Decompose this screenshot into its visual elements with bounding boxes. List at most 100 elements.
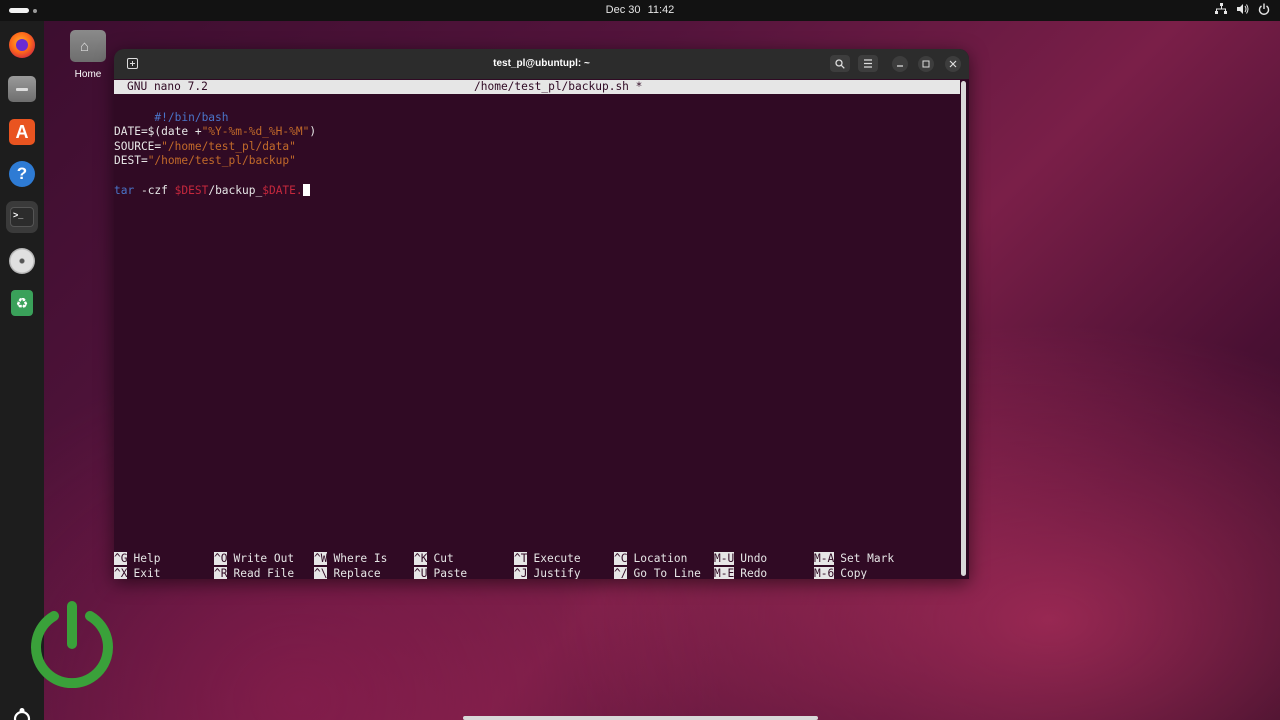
code-token: . [295,184,303,197]
desktop-home-folder[interactable]: ⌂ Home [68,30,108,80]
code-token: ) [309,125,317,138]
code-token: DATE=$(date + [114,125,202,138]
editor-line[interactable]: DATE=$(date +"%Y-%m-%d_%H-%M") [114,124,316,139]
shortcut-item[interactable]: ^/ Go To Line [614,566,701,579]
shortcut-item[interactable]: ^G Help [114,551,160,566]
network-icon[interactable] [1215,3,1227,18]
shortcut-item[interactable]: ^R Read File [214,566,294,579]
shortcut-key: ^K [414,552,428,565]
shortcut-label: Copy [840,567,868,579]
shortcut-key: ^X [114,567,128,579]
code-string: "%Y-%m-%d_%H-%M" [201,125,310,138]
house-icon: ⌂ [80,38,90,55]
scrollbar[interactable] [961,81,966,576]
terminal-icon: >_ [10,207,34,227]
desktop-home-label: Home [74,69,102,80]
dock-terminal[interactable]: >_ [6,201,38,233]
search-icon [835,58,845,69]
dock-firefox[interactable] [6,29,38,61]
show-apps-icon[interactable] [10,707,34,720]
shortcut-item[interactable]: M-6 Copy [814,566,867,579]
maximize-button[interactable] [918,56,934,72]
shortcut-label: Write Out [233,552,295,565]
shortcut-key: ^\ [314,567,328,579]
shortcut-item[interactable]: ^W Where Is [314,551,387,566]
menu-button[interactable] [858,55,878,72]
shortcut-item[interactable]: M-E Redo [714,566,767,579]
top-bar: Dec 30 11:42 [0,0,1280,21]
shortcut-label: Help [133,552,161,565]
shortcut-label: Location [633,552,688,565]
shortcut-item[interactable]: ^X Exit [114,566,160,579]
code-token: SOURCE= [114,140,162,153]
editor-line[interactable]: tar -czf $DEST/backup_$DATE. [114,183,310,198]
close-icon [949,60,957,68]
clock-time: 11:42 [647,4,675,16]
home-folder-icon: ⌂ [70,30,106,62]
shortcut-label: Justify [533,567,581,579]
dock-help[interactable]: ? [6,158,38,190]
code-token: /backup_ [208,184,263,197]
clock-date: Dec 30 [605,4,641,16]
shortcut-key: M-6 [814,567,835,579]
shebang-text: #!/bin/bash [154,111,229,124]
bottom-hint-bar [463,716,818,720]
editor-line[interactable]: #!/bin/bash [114,95,228,124]
shortcut-key: ^T [514,552,528,565]
shortcut-label: Exit [133,567,161,579]
hamburger-icon [864,59,872,68]
nano-version: GNU nano 7.2 [127,80,208,93]
minimize-button[interactable] [892,56,908,72]
text-cursor [302,184,310,196]
editor-line[interactable]: SOURCE="/home/test_pl/data" [114,139,296,154]
shortcut-key: ^O [214,552,228,565]
search-button[interactable] [830,55,850,72]
dock-files[interactable] [6,73,38,105]
shortcut-item[interactable]: M-A Set Mark [814,551,894,566]
system-tray[interactable] [1215,3,1270,18]
power-icon[interactable] [1258,3,1270,18]
maximize-icon [922,60,930,68]
nano-filename: /home/test_pl/backup.sh * [474,80,643,93]
shortcut-item[interactable]: ^U Paste [414,566,467,579]
code-token: -czf [134,184,175,197]
shortcut-label: Cut [433,552,454,565]
editor-line[interactable]: DEST="/home/test_pl/backup" [114,153,296,168]
shortcut-key: ^W [314,552,328,565]
window-titlebar[interactable]: test_pl@ubuntupl: ~ [114,49,969,79]
shortcut-item[interactable]: ^O Write Out [214,551,294,566]
close-button[interactable] [945,56,961,72]
code-token: DEST= [114,154,148,167]
shortcut-item[interactable]: ^T Execute [514,551,581,566]
code-string: "/home/test_pl/data" [161,140,296,153]
dock-disc[interactable] [6,245,38,277]
firefox-icon [9,32,35,58]
shortcut-label: Paste [433,567,468,579]
shortcut-label: Read File [233,567,295,579]
clock[interactable]: Dec 30 11:42 [0,4,1280,16]
files-icon [8,76,36,102]
trash-icon: ♻ [11,290,33,316]
dock-trash[interactable]: ♻ [6,287,38,319]
nano-title-bar: GNU nano 7.2 /home/test_pl/backup.sh * [114,80,960,94]
shortcut-key: ^J [514,567,528,579]
terminal-window[interactable]: test_pl@ubuntupl: ~ GNU nano 7.2 /home/t… [114,49,969,579]
shortcut-key: ^U [414,567,428,579]
code-variable: $DEST [174,184,209,197]
shortcut-item[interactable]: ^C Location [614,551,687,566]
shortcut-label: Execute [533,552,581,565]
code-string: "/home/test_pl/backup" [147,154,296,167]
shortcut-label: Redo [740,567,768,579]
shortcut-label: Go To Line [633,567,701,579]
volume-icon[interactable] [1236,3,1249,18]
shortcut-item[interactable]: ^J Justify [514,566,581,579]
shortcut-item[interactable]: M-U Undo [714,551,767,566]
code-command: tar [114,184,135,197]
power-logo-icon [28,600,116,689]
shortcut-label: Set Mark [840,552,895,565]
shortcut-item[interactable]: ^K Cut [414,551,454,566]
shortcut-item[interactable]: ^\ Replace [314,566,381,579]
dock-app-center[interactable]: A [6,116,38,148]
terminal-content[interactable]: GNU nano 7.2 /home/test_pl/backup.sh * #… [114,79,969,579]
app-center-icon: A [9,119,35,145]
